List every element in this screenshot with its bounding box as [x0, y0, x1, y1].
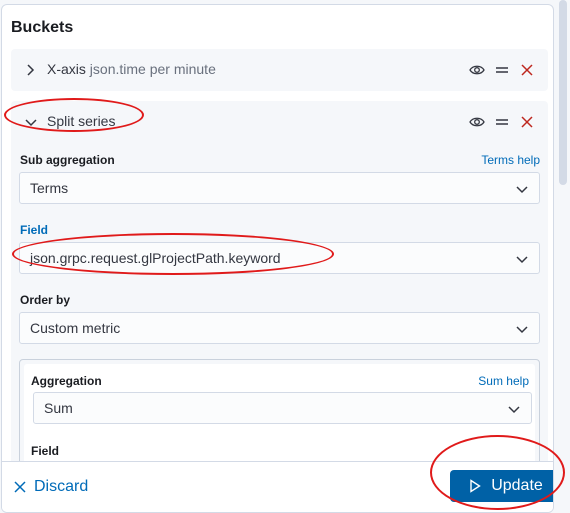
play-icon: [470, 479, 481, 493]
field-select[interactable]: json.grpc.request.glProjectPath.keyword: [19, 242, 540, 274]
discard-label: Discard: [34, 478, 89, 495]
aggregation-value: Sum: [44, 400, 73, 416]
split-series-label[interactable]: Split series: [47, 113, 115, 129]
close-icon: [14, 481, 26, 493]
split-series-bucket-row: Split series Sub aggregation Terms help …: [11, 101, 548, 512]
aggregation-label: Aggregation: [31, 374, 102, 388]
order-by-select[interactable]: Custom metric: [19, 312, 540, 344]
sub-aggregation-select[interactable]: Terms: [19, 172, 540, 204]
chevron-down-icon: [516, 326, 528, 334]
sub-aggregation-label: Sub aggregation: [20, 153, 115, 167]
terms-help-link[interactable]: Terms help: [481, 153, 540, 167]
xaxis-title: X-axis: [47, 61, 86, 77]
drag-handle-icon[interactable]: [493, 113, 511, 131]
discard-button[interactable]: Discard: [14, 478, 88, 496]
buckets-title: Buckets: [11, 19, 74, 36]
update-button[interactable]: Update: [450, 470, 553, 502]
chevron-right-icon[interactable]: [23, 63, 37, 77]
editor-footer: Discard Update: [2, 461, 553, 512]
sub-aggregation-value: Terms: [30, 180, 69, 196]
order-by-label: Order by: [20, 293, 71, 307]
order-by-value: Custom metric: [30, 320, 121, 336]
field-label: Field: [20, 223, 49, 237]
buckets-panel: Buckets X-axis json.time per minute Spli…: [1, 4, 554, 513]
scrollbar[interactable]: [556, 0, 570, 513]
update-label: Update: [491, 477, 543, 494]
scrollbar-thumb[interactable]: [559, 0, 567, 185]
xaxis-actions: [468, 61, 536, 79]
inner-field-label: Field: [31, 444, 60, 458]
eye-icon[interactable]: [468, 113, 486, 131]
chevron-down-icon[interactable]: [24, 115, 38, 129]
chevron-down-icon: [508, 406, 520, 414]
split-series-actions: [468, 113, 536, 131]
field-value: json.grpc.request.glProjectPath.keyword: [30, 250, 281, 266]
aggregation-select[interactable]: Sum: [33, 392, 532, 424]
xaxis-label[interactable]: X-axis json.time per minute: [47, 61, 216, 77]
sum-help-link[interactable]: Sum help: [478, 374, 529, 388]
xaxis-detail: json.time per minute: [89, 61, 216, 77]
drag-handle-icon[interactable]: [493, 61, 511, 79]
close-icon[interactable]: [518, 113, 536, 131]
chevron-down-icon: [516, 186, 528, 194]
xaxis-bucket-row[interactable]: X-axis json.time per minute: [11, 49, 548, 91]
eye-icon[interactable]: [468, 61, 486, 79]
chevron-down-icon: [516, 256, 528, 264]
close-icon[interactable]: [518, 61, 536, 79]
